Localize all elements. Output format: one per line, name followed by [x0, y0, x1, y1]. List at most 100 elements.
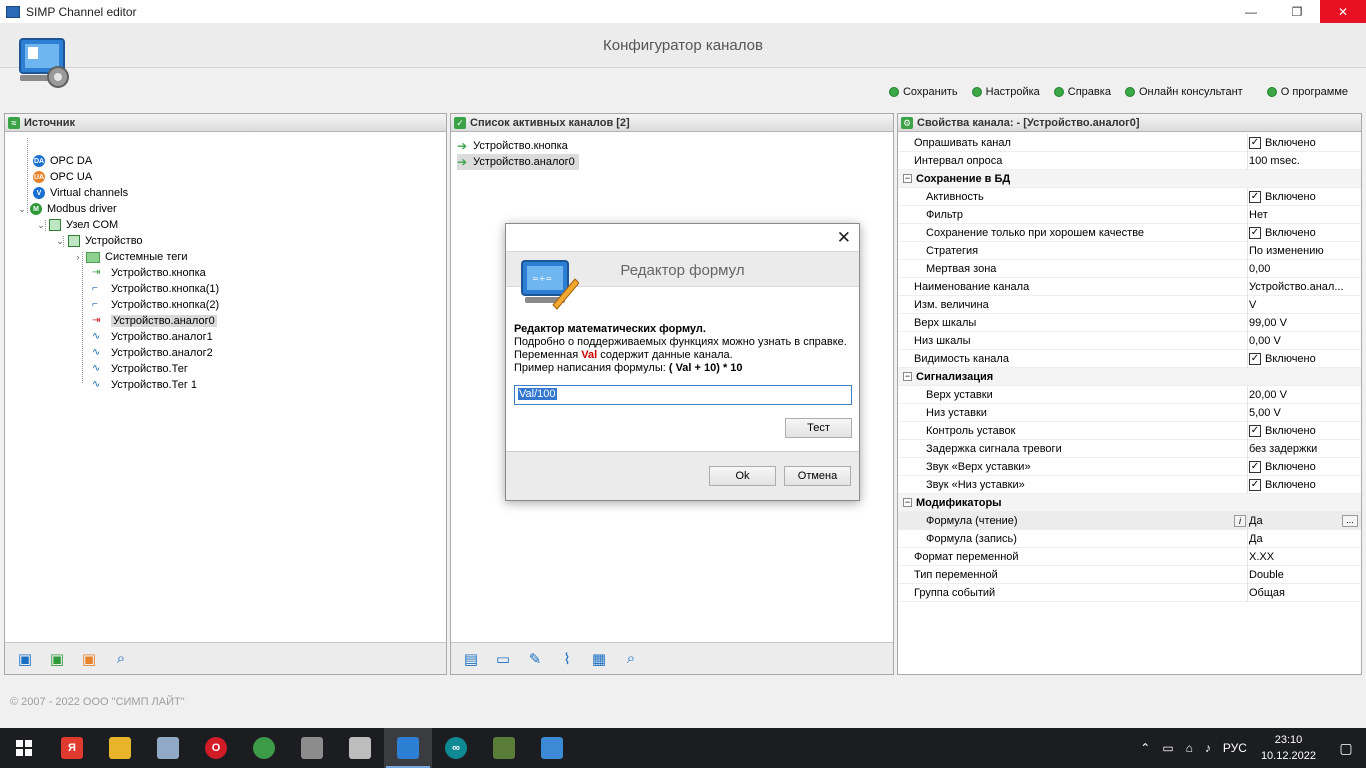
property-value[interactable]: ✓ Включено: [1249, 136, 1357, 149]
property-value[interactable]: ✓ Включено: [1249, 460, 1357, 473]
drawing-tool-icon[interactable]: [480, 728, 528, 768]
minimize-button[interactable]: —: [1228, 0, 1274, 23]
tree-item-channel[interactable]: ∿ Устройство.аналог2: [92, 345, 213, 361]
opera-icon[interactable]: O: [192, 728, 240, 768]
collapse-icon[interactable]: −: [903, 174, 912, 183]
property-row[interactable]: Формула (запись) Да: [898, 530, 1361, 548]
chevron-down-icon[interactable]: ⌄: [36, 220, 46, 231]
tree-item-opc-da[interactable]: DA OPC DA: [33, 153, 92, 169]
property-value[interactable]: 99,00 V: [1249, 317, 1357, 329]
checkbox-checked-icon[interactable]: ✓: [1249, 424, 1261, 437]
tree-item-modbus-driver[interactable]: ⌄ M Modbus driver: [17, 201, 117, 217]
tree-item-channel[interactable]: ⌐ Устройство.кнопка(2): [92, 297, 219, 313]
chevron-up-icon[interactable]: ⌃: [1140, 741, 1150, 755]
property-value[interactable]: По изменению: [1249, 245, 1357, 257]
checkbox-checked-icon[interactable]: ✓: [1249, 190, 1261, 203]
property-value[interactable]: Да: [1249, 515, 1357, 527]
windows-start-icon[interactable]: [0, 728, 48, 768]
property-row[interactable]: Наименование канала Устройство.анал...: [898, 278, 1361, 296]
property-value[interactable]: 20,00 V: [1249, 389, 1357, 401]
property-value[interactable]: Нет: [1249, 209, 1357, 221]
tree-item-channel[interactable]: ⌐ Устройство.кнопка(1): [92, 281, 219, 297]
property-value[interactable]: Да: [1249, 533, 1357, 545]
property-value[interactable]: без задержки: [1249, 443, 1357, 455]
tree-item-channel[interactable]: ⇥ Устройство.кнопка: [92, 265, 206, 281]
menu-save[interactable]: Сохранить: [888, 86, 958, 98]
file-explorer-icon[interactable]: [96, 728, 144, 768]
collapse-icon[interactable]: −: [903, 498, 912, 507]
formula-input[interactable]: Val/100: [514, 385, 852, 405]
maximize-button[interactable]: ❐: [1274, 0, 1320, 23]
database-app-icon[interactable]: [336, 728, 384, 768]
property-value[interactable]: ✓ Включено: [1249, 190, 1357, 203]
property-row[interactable]: Контроль уставок ✓ Включено: [898, 422, 1361, 440]
property-value[interactable]: 0,00: [1249, 263, 1357, 275]
ellipsis-button[interactable]: ...: [1342, 514, 1358, 527]
property-value[interactable]: Double: [1249, 569, 1357, 581]
notification-icon[interactable]: ▢: [1326, 728, 1366, 768]
tree-item-device[interactable]: ⌄ Устройство: [55, 233, 143, 249]
checkbox-checked-icon[interactable]: ✓: [1249, 136, 1261, 149]
chevron-right-icon[interactable]: ›: [73, 252, 83, 262]
language-indicator[interactable]: РУС: [1223, 741, 1247, 755]
menu-settings[interactable]: Настройка: [971, 86, 1040, 98]
menu-online-consultant[interactable]: Онлайн консультант: [1124, 86, 1243, 98]
channel-list-item[interactable]: ➔ Устройство.кнопка: [457, 138, 572, 154]
save-icon[interactable]: ▤: [459, 647, 483, 671]
tree-item-com-node[interactable]: ⌄ Узел COM: [36, 217, 118, 233]
property-row[interactable]: Звук «Низ уставки» ✓ Включено: [898, 476, 1361, 494]
property-row[interactable]: Сохранение только при хорошем качестве ✓ В…: [898, 224, 1361, 242]
calculator-icon[interactable]: [144, 728, 192, 768]
property-row[interactable]: Низ шкалы 0,00 V: [898, 332, 1361, 350]
property-row[interactable]: Интервал опроса 100 msec.: [898, 152, 1361, 170]
checkbox-checked-icon[interactable]: ✓: [1249, 478, 1261, 491]
chevron-down-icon[interactable]: ⌄: [55, 236, 65, 247]
tree-item-channel[interactable]: ∿ Устройство.аналог1: [92, 329, 213, 345]
property-category[interactable]: − Сигнализация: [898, 368, 1361, 386]
property-value[interactable]: ✓ Включено: [1249, 226, 1357, 239]
property-row[interactable]: Низ уставки 5,00 V: [898, 404, 1361, 422]
checkbox-checked-icon[interactable]: ✓: [1249, 460, 1261, 473]
network-icon[interactable]: ⌂: [1186, 741, 1193, 755]
property-value[interactable]: 100 msec.: [1249, 155, 1357, 167]
property-value[interactable]: V: [1249, 299, 1357, 311]
search-icon[interactable]: ⌕: [619, 647, 643, 671]
checkbox-checked-icon[interactable]: ✓: [1249, 226, 1261, 239]
edit-icon[interactable]: ✎: [523, 647, 547, 671]
checkbox-checked-icon[interactable]: ✓: [1249, 352, 1261, 365]
property-value[interactable]: 5,00 V: [1249, 407, 1357, 419]
property-value[interactable]: X.XX: [1249, 551, 1357, 563]
tree-item-virtual-channels[interactable]: V Virtual channels: [33, 185, 128, 201]
property-row[interactable]: Изм. величина V: [898, 296, 1361, 314]
tree-item-channel-selected[interactable]: ⇥ Устройство.аналог0: [92, 313, 217, 329]
chrome-icon[interactable]: [240, 728, 288, 768]
property-value[interactable]: ✓ Включено: [1249, 424, 1357, 437]
tree-item-channel[interactable]: ∿ Устройство.Тег: [92, 361, 188, 377]
add-virtual-icon[interactable]: ▣: [13, 647, 37, 671]
property-category[interactable]: − Сохранение в БД: [898, 170, 1361, 188]
volume-icon[interactable]: ♪: [1205, 741, 1211, 755]
close-window-button[interactable]: ✕: [1320, 0, 1366, 23]
add-opc-ua-icon[interactable]: ▣: [77, 647, 101, 671]
info-icon[interactable]: i: [1234, 514, 1246, 527]
clipboard-settings-icon[interactable]: ▦: [587, 647, 611, 671]
collapse-icon[interactable]: −: [903, 372, 912, 381]
property-row[interactable]: Фильтр Нет: [898, 206, 1361, 224]
monitor-app-icon[interactable]: [528, 728, 576, 768]
test-button[interactable]: Тест: [785, 418, 852, 438]
cancel-button[interactable]: Отмена: [784, 466, 851, 486]
property-row[interactable]: Формула (чтение) Да i...: [898, 512, 1361, 530]
trend-icon[interactable]: ⌇: [555, 647, 579, 671]
property-value[interactable]: Общая: [1249, 587, 1357, 599]
yandex-browser-icon[interactable]: Я: [48, 728, 96, 768]
clock[interactable]: 23:10 10.12.2022: [1261, 732, 1316, 764]
monitor-list-icon[interactable]: ▭: [491, 647, 515, 671]
property-row[interactable]: Верх уставки 20,00 V: [898, 386, 1361, 404]
property-value[interactable]: ✓ Включено: [1249, 478, 1357, 491]
property-category[interactable]: − Модификаторы: [898, 494, 1361, 512]
menu-help[interactable]: Справка: [1053, 86, 1111, 98]
property-value[interactable]: 0,00 V: [1249, 335, 1357, 347]
property-row[interactable]: Верх шкалы 99,00 V: [898, 314, 1361, 332]
tree-item-system-tags[interactable]: › Системные теги: [73, 249, 188, 265]
arduino-icon[interactable]: ∞: [432, 728, 480, 768]
